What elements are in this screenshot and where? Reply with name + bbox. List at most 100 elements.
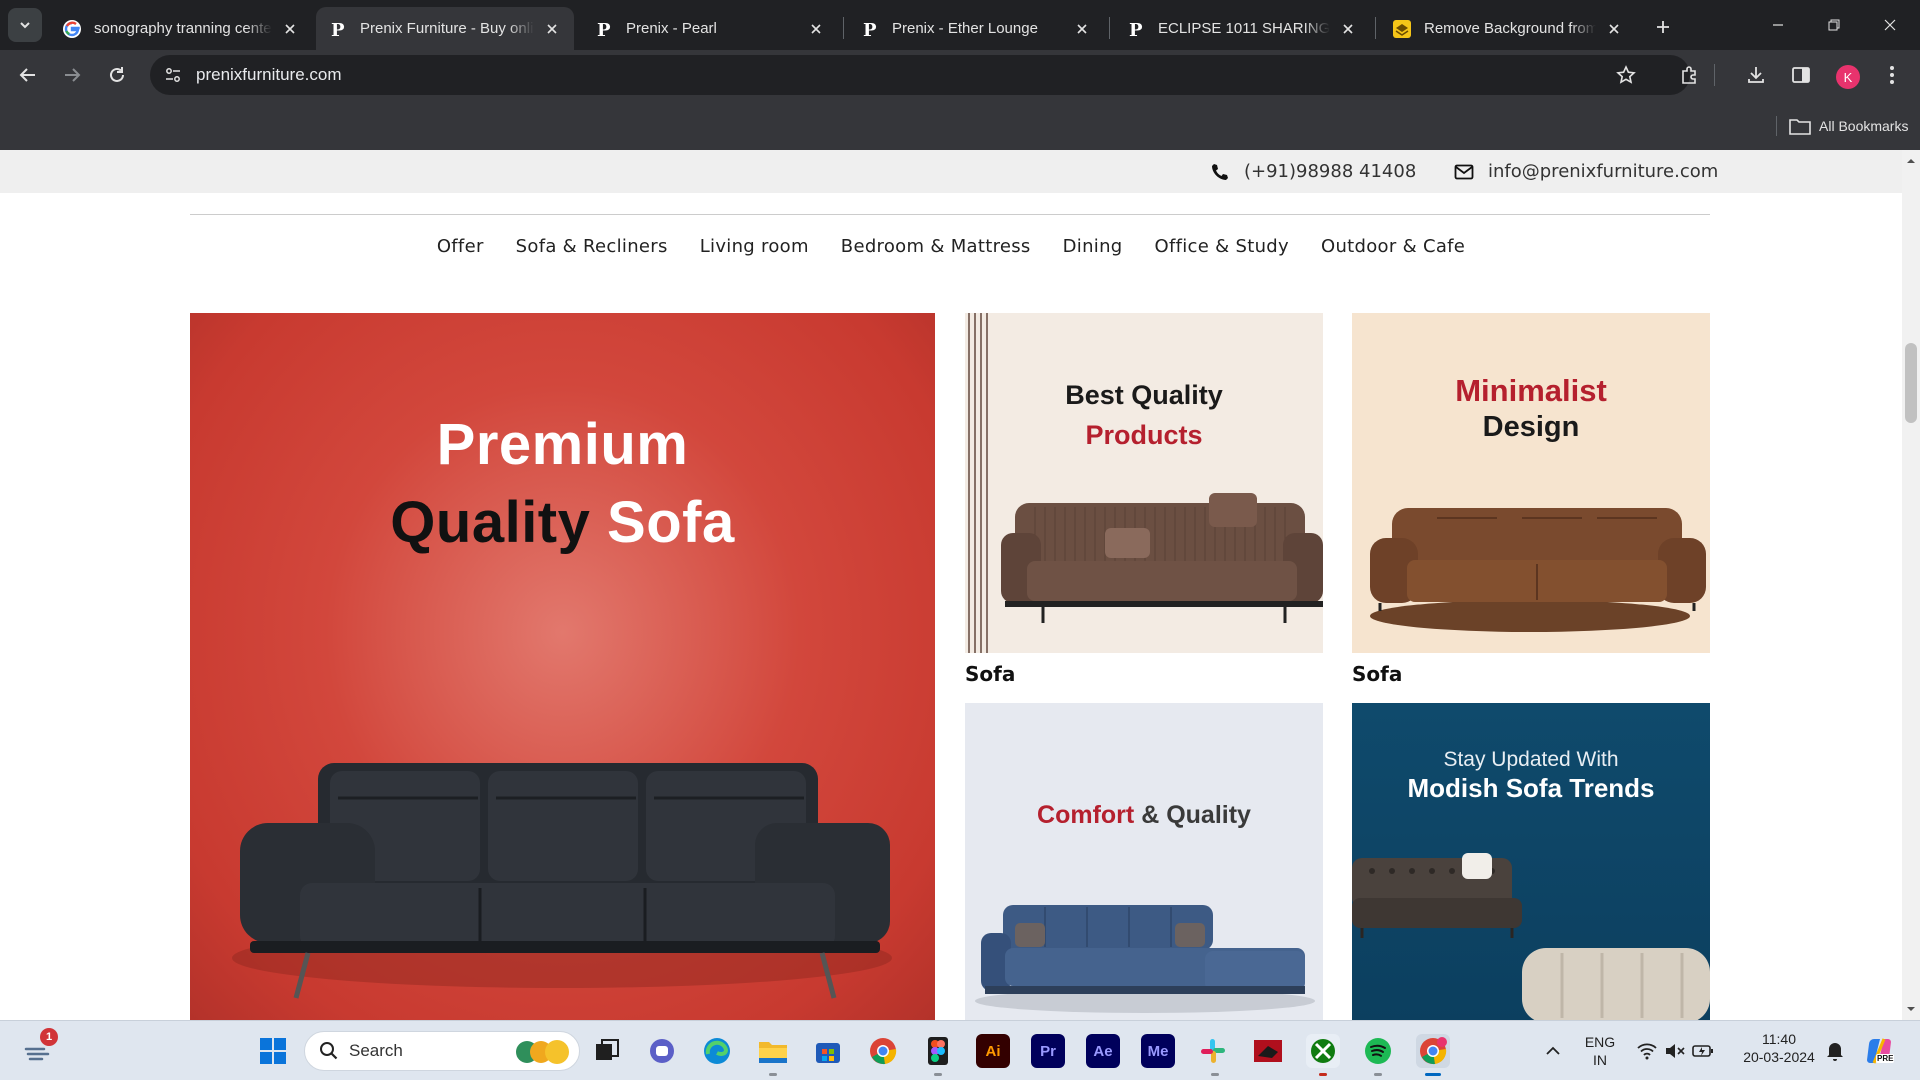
tab-search-button[interactable] <box>8 8 42 42</box>
menu-item-offer[interactable]: Offer <box>437 236 484 257</box>
tab-title: Prenix - Pearl <box>626 20 717 37</box>
search-icon <box>320 1042 338 1060</box>
tab-separator <box>1109 17 1110 39</box>
notifications-button[interactable] <box>1818 1034 1852 1068</box>
close-icon[interactable] <box>542 19 562 39</box>
close-icon[interactable] <box>280 19 300 39</box>
scrollbar-thumb[interactable] <box>1905 343 1917 423</box>
svg-text:P: P <box>331 20 345 39</box>
site-info-icon[interactable] <box>164 66 182 84</box>
promo-minimalist-design[interactable]: Minimalist Design <box>1352 313 1710 653</box>
phone-link[interactable]: (+91)98988 41408 <box>1210 161 1416 182</box>
scroll-up-icon[interactable] <box>1906 156 1916 166</box>
tile-word-quality: & Quality <box>1141 801 1251 829</box>
promo-comfort-quality[interactable]: Comfort & Quality <box>965 703 1323 1020</box>
contact-bar: (+91)98988 41408 info@prenixfurniture.co… <box>0 150 1902 193</box>
tab-prenix-furniture[interactable]: P Prenix Furniture - Buy onlin <box>316 7 574 50</box>
after-effects-button[interactable]: Ae <box>1086 1034 1120 1068</box>
menu-item-office-study[interactable]: Office & Study <box>1155 236 1289 257</box>
notification-badge: 1 <box>40 1028 58 1046</box>
xbox-button[interactable] <box>1306 1034 1340 1068</box>
figma-button[interactable] <box>921 1034 955 1068</box>
back-button[interactable] <box>10 57 46 93</box>
email-address: info@prenixfurniture.com <box>1488 161 1719 182</box>
close-window-button[interactable] <box>1862 0 1918 50</box>
quick-settings-button[interactable] <box>1630 1034 1720 1068</box>
download-icon <box>1748 67 1764 83</box>
new-tab-button[interactable] <box>1648 12 1678 42</box>
menu-item-bedroom-mattress[interactable]: Bedroom & Mattress <box>841 236 1031 257</box>
edge-button[interactable] <box>700 1034 734 1068</box>
promo-best-quality[interactable]: Best Quality Products <box>965 313 1323 653</box>
taskbar-search[interactable]: Search <box>304 1031 580 1071</box>
svg-text:P: P <box>597 20 611 39</box>
menu-item-outdoor-cafe[interactable]: Outdoor & Cafe <box>1321 236 1465 257</box>
hero-line-2: Quality Sofa <box>190 489 935 556</box>
all-bookmarks-label: All Bookmarks <box>1819 118 1909 134</box>
tab-remove-bg[interactable]: Remove Background from <box>1380 7 1636 50</box>
widgets-button[interactable]: 1 <box>22 1028 58 1068</box>
running-indicator <box>769 1073 777 1076</box>
teams-chat-button[interactable] <box>645 1034 679 1068</box>
bell-icon <box>1827 1043 1843 1061</box>
email-link[interactable]: info@prenixfurniture.com <box>1454 161 1718 182</box>
close-icon[interactable] <box>1338 19 1358 39</box>
promo-modish-trends[interactable]: Stay Updated With Modish Sofa Trends <box>1352 703 1710 1020</box>
scroll-down-icon[interactable] <box>1906 1004 1916 1014</box>
tile-caption[interactable]: Sofa <box>1352 662 1402 686</box>
bookmark-star-icon[interactable] <box>1616 65 1636 85</box>
store-icon <box>816 1043 840 1063</box>
minimize-button[interactable] <box>1750 0 1806 50</box>
start-button[interactable] <box>256 1034 290 1068</box>
game-app-button[interactable] <box>1251 1034 1285 1068</box>
bookmarks-divider <box>1776 116 1777 136</box>
hero-word-quality: Quality <box>390 490 591 555</box>
forward-button[interactable] <box>54 57 90 93</box>
menu-item-living-room[interactable]: Living room <box>700 236 809 257</box>
tab-sonography[interactable]: sonography tranning cente <box>50 7 312 50</box>
spotify-button[interactable] <box>1361 1034 1395 1068</box>
menu-item-dining[interactable]: Dining <box>1063 236 1123 257</box>
premiere-button[interactable]: Pr <box>1031 1034 1065 1068</box>
downloads-button[interactable] <box>1740 59 1772 91</box>
browser-menu-button[interactable] <box>1876 59 1908 91</box>
close-icon[interactable] <box>806 19 826 39</box>
tray-overflow-button[interactable] <box>1536 1034 1570 1068</box>
menu-item-sofa-recliners[interactable]: Sofa & Recliners <box>516 236 668 257</box>
phone-icon <box>1212 163 1228 180</box>
store-button[interactable] <box>811 1034 845 1068</box>
close-icon[interactable] <box>1604 19 1624 39</box>
page-scrollbar[interactable] <box>1902 150 1920 1020</box>
clock[interactable]: 11:40 20-03-2024 <box>1736 1030 1822 1066</box>
battery-icon <box>1692 1045 1713 1057</box>
reload-button[interactable] <box>99 57 135 93</box>
tab-eclipse[interactable]: P ECLIPSE 1011 SHARING W <box>1114 7 1370 50</box>
file-explorer-button[interactable] <box>756 1034 790 1068</box>
language-indicator[interactable]: ENG IN <box>1580 1033 1620 1069</box>
all-bookmarks-button[interactable]: All Bookmarks <box>1776 116 1908 136</box>
sofa-image <box>975 905 1315 1013</box>
address-bar[interactable]: prenixfurniture.com <box>150 55 1690 95</box>
illustrator-button[interactable]: Ai <box>976 1034 1010 1068</box>
close-icon[interactable] <box>1072 19 1092 39</box>
tile-heading: Best Quality <box>1065 380 1223 410</box>
tab-title: Prenix Furniture - Buy onlin <box>360 20 534 37</box>
prenix-p-icon: P <box>1126 19 1146 39</box>
profile-avatar[interactable]: K <box>1836 65 1860 89</box>
task-view-button[interactable] <box>590 1034 624 1068</box>
side-panel-button[interactable] <box>1785 59 1817 91</box>
tile-caption[interactable]: Sofa <box>965 662 1015 686</box>
tile-subheading: Products <box>1085 420 1203 450</box>
tab-prenix-pearl[interactable]: P Prenix - Pearl <box>582 7 838 50</box>
media-encoder-button[interactable]: Me <box>1141 1034 1175 1068</box>
copilot-button[interactable]: PRE <box>1862 1034 1896 1068</box>
chrome-button[interactable] <box>866 1034 900 1068</box>
restore-button[interactable] <box>1806 0 1862 50</box>
chrome-profile-button[interactable] <box>1416 1034 1450 1068</box>
hero-banner[interactable]: Premium Quality Sofa <box>190 313 935 1020</box>
extensions-button[interactable] <box>1674 59 1706 91</box>
tab-prenix-ether[interactable]: P Prenix - Ether Lounge <box>848 7 1104 50</box>
slack-button[interactable] <box>1196 1034 1230 1068</box>
svg-text:P: P <box>1129 20 1143 39</box>
tab-title: Remove Background from <box>1424 20 1596 37</box>
